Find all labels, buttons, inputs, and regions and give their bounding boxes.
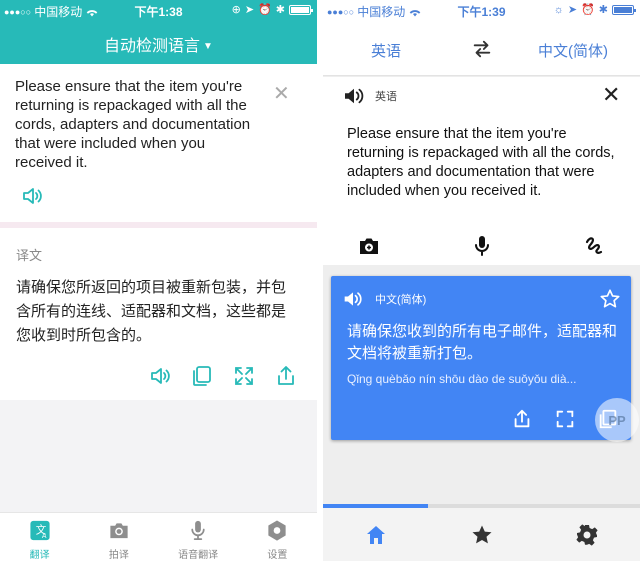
speaker-icon[interactable]	[148, 364, 172, 388]
brightness-icon: ☼	[553, 3, 564, 16]
home-icon	[366, 525, 385, 544]
camera-icon	[110, 523, 128, 539]
source-panel: 英语 ✕ Please ensure that the item you're …	[323, 77, 640, 265]
handwriting-icon[interactable]	[582, 234, 606, 258]
close-icon[interactable]: ✕	[273, 84, 290, 104]
tab-favorites[interactable]	[429, 508, 535, 561]
share-icon[interactable]	[274, 364, 298, 388]
translate-icon: 文 A	[30, 520, 50, 540]
star-icon[interactable]	[599, 288, 621, 310]
target-language-button[interactable]: 中文(简体)	[538, 40, 608, 61]
app-header: ●●●○○ 中国移动 下午1:38 ⊕ ➤ ⏰ ✱ 自动检测语言 ▼	[0, 0, 317, 64]
result-label: 译文	[16, 248, 43, 263]
translated-text[interactable]: 请确保您收到的所有电子邮件，适配器和文档将被重新打包。	[347, 321, 627, 365]
close-icon[interactable]: ✕	[602, 84, 620, 106]
tab-label: 拍译	[108, 550, 129, 561]
svg-text:A: A	[42, 532, 47, 540]
alarm-icon: ⏰	[258, 4, 272, 16]
source-text-area[interactable]: Please ensure that the item you're retur…	[0, 64, 317, 222]
status-bar: ●●●○○ 中国移动 下午1:39 ☼ ➤ ⏰ ✱	[323, 0, 640, 20]
bottom-tab-bar: 文 A 翻译 拍译 语音翻译 设置	[0, 512, 317, 561]
speaker-icon[interactable]	[343, 290, 363, 308]
card-actions	[331, 408, 631, 430]
gear-icon	[268, 520, 286, 541]
bluetooth-icon: ✱	[598, 4, 608, 16]
target-language-label: 中文(简体)	[375, 294, 427, 306]
tab-photo-translate[interactable]: 拍译	[79, 513, 158, 561]
source-text[interactable]: Please ensure that the item you're retur…	[15, 77, 255, 172]
tab-label: 设置	[267, 550, 288, 561]
language-detect-dropdown[interactable]: 自动检测语言 ▼	[0, 32, 317, 56]
battery-icon	[612, 4, 636, 15]
bluetooth-icon: ✱	[275, 4, 285, 16]
fullscreen-icon[interactable]	[554, 408, 576, 430]
location-icon: ➤	[567, 4, 578, 16]
tab-label: 语音翻译	[178, 550, 219, 561]
fullscreen-icon[interactable]	[232, 364, 256, 388]
star-icon	[472, 525, 491, 543]
rotation-lock-icon: ⊕	[231, 4, 241, 16]
microphone-icon	[191, 520, 205, 540]
alarm-icon: ⏰	[581, 4, 595, 16]
left-translator-app: ●●●○○ 中国移动 下午1:38 ⊕ ➤ ⏰ ✱ 自动检测语言 ▼ Please…	[0, 0, 317, 561]
tab-label: 翻译	[29, 550, 50, 561]
translation-card[interactable]: 中文(简体) 请确保您收到的所有电子邮件，适配器和文档将被重新打包。 Qǐng …	[331, 276, 631, 440]
tab-translate[interactable]: 文 A 翻译	[0, 513, 79, 561]
caret-down-icon: ▼	[203, 41, 213, 52]
page-title: 自动检测语言	[104, 38, 201, 55]
translation-result: 译文 请确保您所返回的项目被重新包装，并包含所有的连线、适配器和文档，这些都是您…	[0, 228, 317, 400]
tab-settings[interactable]: 设置	[238, 513, 317, 561]
language-bar: 英语 中文(简体)	[323, 20, 640, 76]
share-icon[interactable]	[511, 408, 533, 430]
pinyin-text: Qǐng quèbǎo nín shōu dào de suǒyǒu dià..…	[347, 372, 577, 386]
tab-voice-translate[interactable]: 语音翻译	[159, 513, 238, 561]
watermark-logo: PP	[595, 398, 639, 442]
speaker-icon[interactable]	[343, 87, 365, 105]
source-text[interactable]: Please ensure that the item you're retur…	[347, 125, 623, 201]
tab-settings[interactable]	[534, 508, 640, 561]
gear-icon	[576, 523, 598, 546]
bottom-tab-bar	[323, 508, 640, 561]
battery-icon	[289, 4, 313, 15]
copy-icon[interactable]	[190, 364, 214, 388]
source-language-button[interactable]: 英语	[371, 40, 401, 61]
result-text[interactable]: 请确保您所返回的项目被重新包装，并包含所有的连线、适配器和文档，这些都是您收到时…	[16, 276, 294, 348]
speaker-icon[interactable]	[20, 184, 44, 208]
input-tools	[323, 234, 640, 258]
tab-home[interactable]	[323, 508, 429, 561]
location-icon: ➤	[244, 4, 255, 16]
right-translator-app: ●●●○○ 中国移动 下午1:39 ☼ ➤ ⏰ ✱ 英语 中文(简体) 英语 ✕…	[323, 0, 640, 561]
source-language-label: 英语	[375, 91, 397, 103]
swap-languages-icon[interactable]	[471, 38, 493, 60]
camera-icon[interactable]	[357, 234, 381, 258]
microphone-icon[interactable]	[470, 234, 494, 258]
result-actions	[148, 364, 298, 388]
status-bar: ●●●○○ 中国移动 下午1:38 ⊕ ➤ ⏰ ✱	[0, 0, 317, 20]
